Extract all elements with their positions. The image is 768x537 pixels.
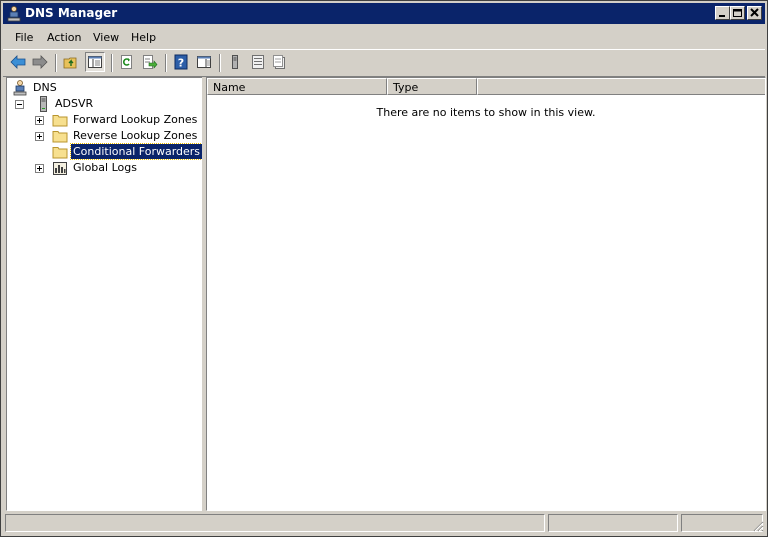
back-button[interactable] — [8, 52, 28, 72]
window-title: DNS Manager — [25, 6, 118, 20]
list-view-button[interactable] — [248, 52, 268, 72]
toolbar: ? — [3, 49, 765, 77]
help-icon: ? — [174, 54, 188, 70]
status-cell-main — [5, 514, 545, 532]
up-one-level-button[interactable] — [61, 52, 81, 72]
tree-item-adsvr-label: ADSVR — [55, 97, 94, 110]
title-bar[interactable]: DNS Manager — [3, 3, 765, 24]
status-bar — [3, 513, 765, 533]
toolbar-separator — [111, 54, 113, 72]
tree-item-global-logs-label: Global Logs — [73, 161, 137, 174]
tree-item-conditional-forwarders-label: Conditional Forwarders — [69, 143, 202, 160]
column-header-type[interactable]: Type — [387, 78, 477, 95]
menu-action[interactable]: Action — [47, 31, 81, 44]
show-hide-action-pane-button[interactable] — [194, 52, 214, 72]
server-icon — [35, 96, 51, 112]
expand-icon[interactable] — [35, 132, 44, 141]
menu-bar: File Action View Help — [3, 27, 765, 47]
menu-view[interactable]: View — [93, 31, 119, 44]
toolbar-separator — [219, 54, 221, 72]
forward-icon — [32, 55, 48, 69]
show-hide-action-pane-icon — [197, 56, 211, 68]
expand-icon[interactable] — [35, 116, 44, 125]
export-list-button[interactable] — [140, 52, 160, 72]
export-list-icon — [143, 55, 158, 69]
results-pane[interactable]: Name Type There are no items to show in … — [206, 77, 766, 511]
back-icon — [10, 55, 26, 69]
tree-item-reverse-lookup-zones-label: Reverse Lookup Zones — [73, 129, 198, 142]
svg-text:?: ? — [178, 57, 184, 70]
menu-file[interactable]: File — [15, 31, 33, 44]
list-view-icon — [252, 55, 264, 69]
show-hide-tree-icon — [88, 56, 102, 68]
server-icon — [232, 55, 238, 69]
status-cell-2 — [548, 514, 678, 532]
dns-manager-window: DNS Manager File Action View Help ? DNS … — [0, 0, 768, 537]
properties-icon — [273, 55, 285, 69]
close-button[interactable] — [747, 6, 762, 20]
dns-icon — [13, 80, 29, 96]
show-hide-console-tree-button[interactable] — [85, 52, 105, 72]
refresh-icon — [121, 55, 132, 69]
toolbar-separator — [55, 54, 57, 72]
column-header-empty — [477, 78, 765, 95]
console-tree[interactable]: DNS ADSVR Forward Lookup Zones Reverse L… — [6, 77, 203, 511]
minimize-button[interactable] — [715, 6, 730, 20]
up-folder-icon — [63, 57, 77, 69]
expand-icon[interactable] — [35, 164, 44, 173]
tree-item-forward-lookup-zones-label: Forward Lookup Zones — [73, 113, 198, 126]
forward-button[interactable] — [30, 52, 50, 72]
column-header-name[interactable]: Name — [207, 78, 387, 95]
collapse-icon[interactable] — [15, 100, 24, 109]
event-log-icon — [52, 160, 68, 176]
menu-help[interactable]: Help — [131, 31, 156, 44]
resize-grip-icon[interactable] — [752, 520, 764, 532]
properties-button[interactable] — [270, 52, 290, 72]
dns-app-icon — [7, 6, 21, 22]
status-cell-3 — [681, 514, 763, 532]
empty-view-message: There are no items to show in this view. — [376, 106, 596, 119]
toolbar-separator — [165, 54, 167, 72]
folder-icon — [52, 144, 68, 160]
maximize-button[interactable] — [730, 6, 745, 20]
folder-icon — [52, 128, 68, 144]
server-button[interactable] — [225, 52, 245, 72]
help-button[interactable]: ? — [171, 52, 191, 72]
tree-item-dns-label: DNS — [33, 81, 57, 94]
folder-icon — [52, 112, 68, 128]
refresh-button[interactable] — [117, 52, 137, 72]
